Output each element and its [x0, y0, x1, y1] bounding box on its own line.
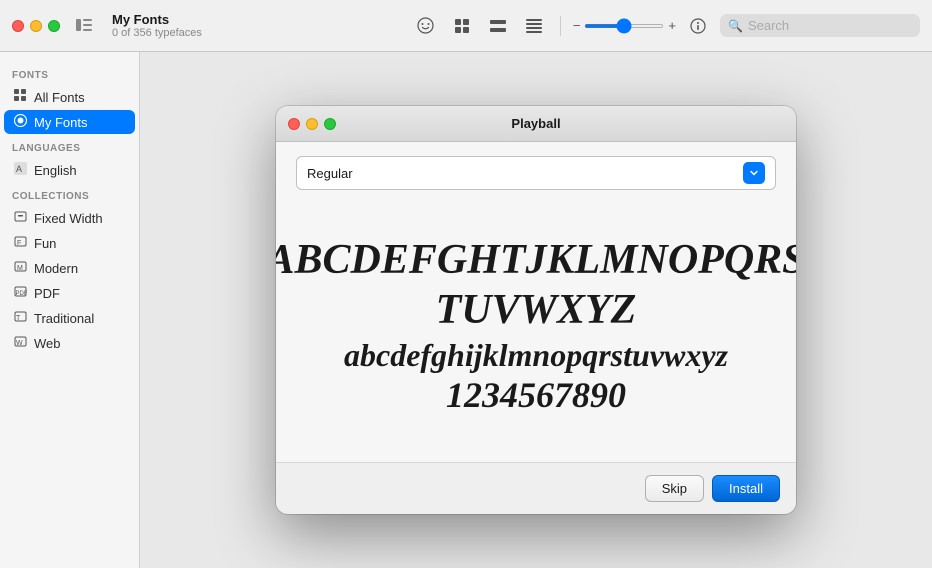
title-bar: My Fonts 0 of 356 typefaces	[0, 0, 932, 52]
svg-text:F: F	[17, 240, 21, 247]
size-slider[interactable]	[584, 24, 664, 28]
sidebar: Fonts All Fonts My Fonts Language	[0, 52, 140, 568]
font-style-selector[interactable]: Regular	[296, 156, 776, 190]
fun-label: Fun	[34, 236, 56, 251]
search-input[interactable]	[748, 18, 912, 33]
grid-view-icon[interactable]	[448, 12, 476, 40]
fixed-width-label: Fixed Width	[34, 211, 103, 226]
pdf-label: PDF	[34, 286, 60, 301]
sidebar-item-english[interactable]: A English	[4, 158, 135, 182]
fixed-width-icon	[14, 210, 27, 226]
app-subtitle: 0 of 356 typefaces	[112, 27, 202, 39]
preview-line-1: ABCDEFGHTJKLMNOPQRS	[276, 235, 796, 285]
fun-icon: F	[14, 235, 27, 251]
font-install-dialog: Playball Regular ABCDEFGHTJKLMNOPQRS	[276, 106, 796, 514]
modal-title: Playball	[511, 116, 560, 131]
english-label: English	[34, 163, 77, 178]
search-icon: 🔍	[728, 19, 743, 33]
my-fonts-label: My Fonts	[34, 115, 87, 130]
sidebar-toggle-icon[interactable]	[76, 18, 92, 34]
traditional-icon: T	[14, 310, 27, 326]
sidebar-item-fun[interactable]: F Fun	[4, 231, 135, 255]
title-bar-info: My Fonts 0 of 356 typefaces	[112, 12, 202, 39]
size-increase-icon[interactable]: +	[668, 18, 676, 33]
modal-titlebar: Playball	[276, 106, 796, 142]
svg-text:A: A	[16, 164, 22, 174]
sidebar-item-all-fonts[interactable]: All Fonts	[4, 85, 135, 109]
main-area: Fonts All Fonts My Fonts Language	[0, 52, 932, 568]
skip-button[interactable]: Skip	[645, 475, 704, 502]
list-view-icon[interactable]	[520, 12, 548, 40]
svg-text:PDF: PDF	[16, 291, 28, 297]
collections-section-label: Collections	[0, 183, 139, 205]
modal-maximize-button[interactable]	[324, 118, 336, 130]
font-style-chevron-icon[interactable]	[743, 162, 765, 184]
sidebar-item-pdf[interactable]: PDF PDF	[4, 281, 135, 305]
modern-label: Modern	[34, 261, 78, 276]
app-title: My Fonts	[112, 12, 202, 27]
font-preview-area: ABCDEFGHTJKLMNOPQRS TUVWXYZ abcdefghijkl…	[296, 206, 776, 446]
sidebar-item-fixed-width[interactable]: Fixed Width	[4, 206, 135, 230]
size-decrease-icon[interactable]: −	[573, 18, 581, 33]
search-box[interactable]: 🔍	[720, 14, 920, 37]
english-icon: A	[14, 162, 27, 178]
fonts-section-label: Fonts	[0, 62, 139, 84]
languages-section-label: Languages	[0, 135, 139, 157]
svg-text:T: T	[16, 315, 21, 322]
sidebar-item-modern[interactable]: M Modern	[4, 256, 135, 280]
info-icon[interactable]	[684, 12, 712, 40]
traffic-lights	[12, 20, 60, 32]
minimize-button[interactable]	[30, 20, 42, 32]
preview-line-3: abcdefghijklmnopqrstuvwxyz	[344, 336, 728, 374]
maximize-button[interactable]	[48, 20, 60, 32]
preview-line-2: TUVWXYZ	[436, 285, 637, 335]
toolbar-icons: − + 🔍	[412, 12, 920, 40]
all-fonts-icon	[14, 89, 27, 105]
my-fonts-icon	[14, 114, 27, 130]
modal-body: Regular ABCDEFGHTJKLMNOPQRS TUVWXYZ abcd…	[276, 142, 796, 462]
font-style-value: Regular	[307, 166, 743, 181]
size-slider-group[interactable]: − +	[573, 18, 676, 33]
svg-text:M: M	[17, 265, 23, 272]
sidebar-item-traditional[interactable]: T Traditional	[4, 306, 135, 330]
svg-text:W: W	[16, 340, 23, 347]
smiley-view-icon[interactable]	[412, 12, 440, 40]
preview-line-4: 1234567890	[446, 374, 626, 417]
close-button[interactable]	[12, 20, 24, 32]
traditional-label: Traditional	[34, 311, 94, 326]
sidebar-item-my-fonts[interactable]: My Fonts	[4, 110, 135, 134]
strip-view-icon[interactable]	[484, 12, 512, 40]
modal-traffic-lights	[288, 118, 336, 130]
install-button[interactable]: Install	[712, 475, 780, 502]
web-label: Web	[34, 336, 61, 351]
toolbar-divider	[560, 16, 561, 36]
modal-footer: Skip Install	[276, 462, 796, 514]
modal-minimize-button[interactable]	[306, 118, 318, 130]
modal-overlay: Playball Regular ABCDEFGHTJKLMNOPQRS	[140, 52, 932, 568]
all-fonts-label: All Fonts	[34, 90, 85, 105]
modern-icon: M	[14, 260, 27, 276]
content-area: Playball Regular ABCDEFGHTJKLMNOPQRS	[140, 52, 932, 568]
pdf-icon: PDF	[14, 285, 27, 301]
modal-close-button[interactable]	[288, 118, 300, 130]
web-icon: W	[14, 335, 27, 351]
sidebar-item-web[interactable]: W Web	[4, 331, 135, 355]
